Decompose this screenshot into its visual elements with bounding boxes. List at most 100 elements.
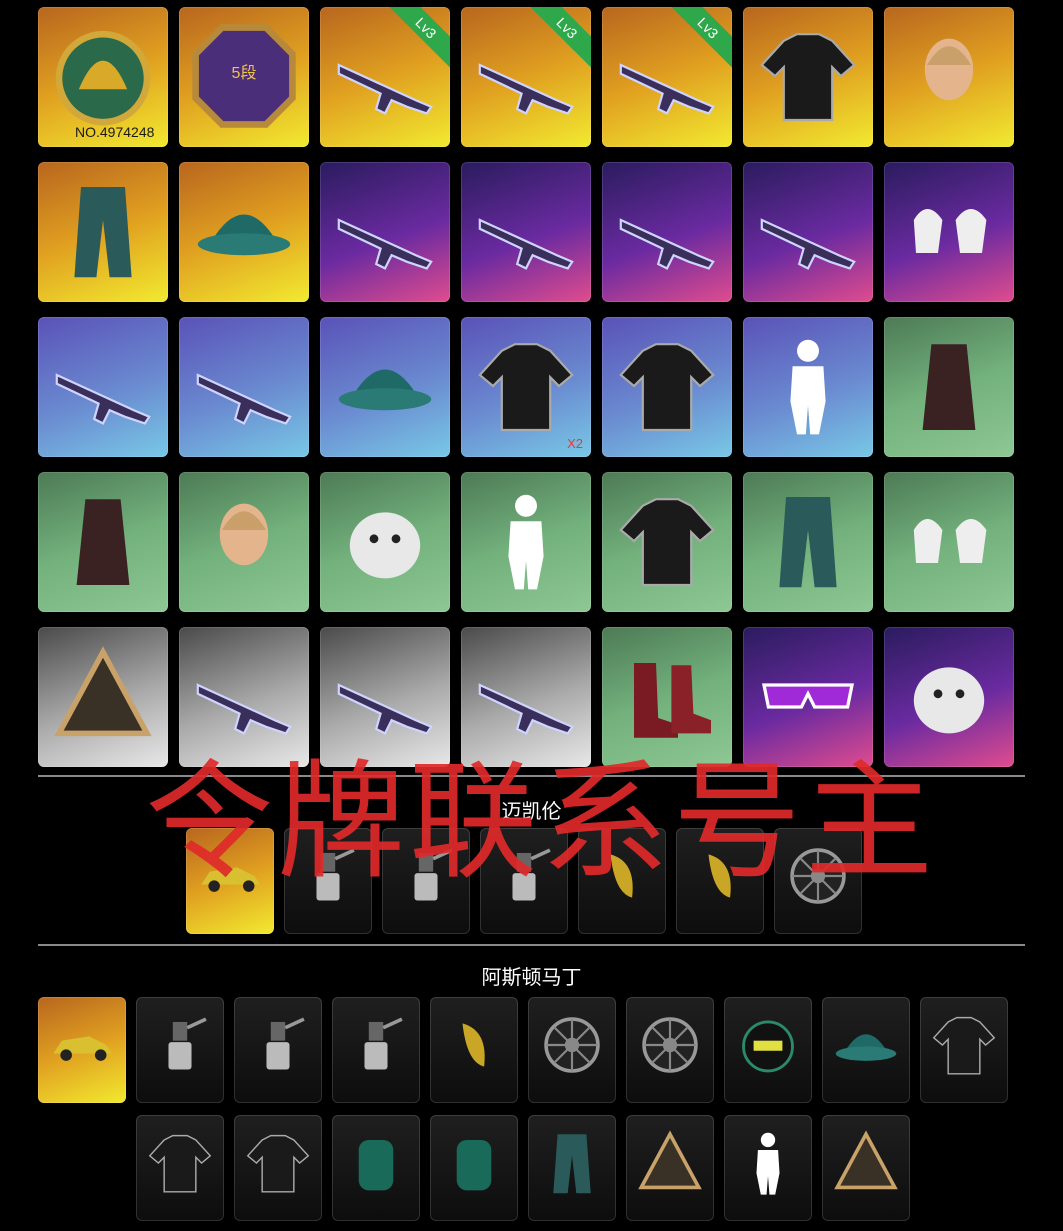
black-cap-icon bbox=[835, 1034, 897, 1061]
item-card-rifle-skin-blue[interactable] bbox=[320, 162, 450, 302]
item-card-rifle-skin-cyan[interactable] bbox=[602, 162, 732, 302]
item-card-purple-sunglasses[interactable] bbox=[743, 627, 873, 767]
aston-item-racing-helmet[interactable] bbox=[724, 997, 812, 1103]
aston-item-black-part[interactable] bbox=[430, 997, 518, 1103]
paint-gray-icon bbox=[316, 848, 355, 901]
item-card-white-skirt[interactable] bbox=[38, 162, 168, 302]
black-tshirt-icon bbox=[478, 343, 574, 432]
wrapped-gloves-icon bbox=[913, 209, 987, 253]
green-backpack-icon bbox=[456, 1139, 492, 1191]
mclaren-item-red-part[interactable] bbox=[676, 828, 764, 934]
racing-helmet-icon bbox=[742, 1020, 794, 1073]
item-card-triangle-emblem[interactable] bbox=[38, 627, 168, 767]
item-card-rifle-skin-green[interactable] bbox=[461, 162, 591, 302]
item-card-red-boots[interactable] bbox=[602, 627, 732, 767]
item-card-smg-skin-blue[interactable] bbox=[320, 627, 450, 767]
aston-item-wheel-silver[interactable] bbox=[626, 997, 714, 1103]
aston-item-teal-jacket[interactable] bbox=[920, 997, 1008, 1103]
rifle-skin-orange-icon bbox=[55, 373, 151, 425]
black-part-icon bbox=[462, 1023, 485, 1067]
emote-pose-icon bbox=[790, 339, 826, 435]
rifle-skin-blue-icon bbox=[337, 218, 433, 270]
rifle-skin-cyan-icon bbox=[619, 218, 715, 270]
black-backpack-icon bbox=[358, 1139, 394, 1191]
polar-bear-mask-icon bbox=[349, 512, 421, 579]
teal-jacket-icon bbox=[932, 1016, 996, 1075]
section-title-aston: 阿斯顿马丁 bbox=[481, 967, 582, 989]
red-bandana-icon bbox=[922, 344, 976, 430]
smg-skin-blue-icon bbox=[337, 683, 433, 735]
aston-item-black-backpack[interactable] bbox=[332, 1115, 420, 1221]
aston-item-aston-badge[interactable] bbox=[822, 1115, 910, 1221]
item-card-hooded-coat[interactable] bbox=[38, 472, 168, 612]
aston-item-green-car[interactable] bbox=[38, 997, 126, 1103]
yellow-part-icon bbox=[610, 854, 633, 898]
aston-row-2 bbox=[136, 1115, 910, 1221]
item-card-teal-pants[interactable] bbox=[743, 472, 873, 612]
mclaren-item-paint-yellow[interactable] bbox=[480, 828, 568, 934]
item-card-wrapped-gloves[interactable] bbox=[884, 162, 1014, 302]
paint-orange-icon bbox=[414, 848, 453, 901]
hooded-coat-icon bbox=[76, 499, 130, 585]
item-card-pjs-jacket[interactable] bbox=[602, 472, 732, 612]
aston-item-paint-white[interactable] bbox=[332, 997, 420, 1103]
teal-bucket-hat-icon bbox=[338, 369, 432, 411]
aston-item-teal-vest[interactable] bbox=[136, 1115, 224, 1221]
inventory-grid: NO.4974248 5段 Lv3 Lv3 Lv3 X2 bbox=[38, 7, 1015, 767]
red-boots-icon bbox=[634, 663, 711, 738]
item-card-weapon-skin-1[interactable]: Lv3 bbox=[320, 7, 450, 147]
white-pants-icon bbox=[553, 1134, 591, 1194]
item-card-pubg-helmet-badge[interactable]: NO.4974248 bbox=[38, 7, 168, 147]
item-card-rifle-skin-orange[interactable] bbox=[38, 317, 168, 457]
mclaren-item-paint-gray[interactable] bbox=[284, 828, 372, 934]
item-card-emote-pose[interactable] bbox=[743, 317, 873, 457]
gold-skull-mask-icon bbox=[913, 667, 985, 734]
item-card-red-jacket[interactable] bbox=[743, 7, 873, 147]
item-card-rifle-skin-tan[interactable] bbox=[461, 627, 591, 767]
mclaren-item-paint-orange[interactable] bbox=[382, 828, 470, 934]
bucket-hat-icon bbox=[197, 214, 291, 256]
teal-pants-icon bbox=[779, 497, 837, 588]
sniper-skin-purple-icon bbox=[196, 373, 292, 425]
item-card-white-suit[interactable] bbox=[461, 472, 591, 612]
item-card-purple-jacket[interactable] bbox=[602, 317, 732, 457]
aston-item-paint-teal[interactable] bbox=[234, 997, 322, 1103]
item-card-bucket-hat[interactable] bbox=[179, 162, 309, 302]
item-card-rifle-skin-black[interactable] bbox=[179, 627, 309, 767]
mclaren-item-yellow-part[interactable] bbox=[578, 828, 666, 934]
item-card-female-face[interactable] bbox=[179, 472, 309, 612]
item-card-teal-bucket-hat[interactable] bbox=[320, 317, 450, 457]
paw-gloves-icon bbox=[913, 519, 987, 563]
item-card-rank-badge[interactable]: 5段 bbox=[179, 7, 309, 147]
aston-item-teal-polo[interactable] bbox=[234, 1115, 322, 1221]
aston-item-wheel-dark[interactable] bbox=[528, 997, 616, 1103]
aston-badge-icon bbox=[834, 1130, 898, 1190]
item-card-red-bandana[interactable] bbox=[884, 317, 1014, 457]
green-car-icon bbox=[53, 1036, 113, 1061]
item-card-paw-gloves[interactable] bbox=[884, 472, 1014, 612]
aston-item-white-pants[interactable] bbox=[528, 1115, 616, 1221]
item-card-weapon-skin-2[interactable]: Lv3 bbox=[461, 7, 591, 147]
aston-row-1 bbox=[38, 997, 1008, 1103]
aston-item-aston-logo[interactable] bbox=[626, 1115, 714, 1221]
item-card-polar-bear-mask[interactable] bbox=[320, 472, 450, 612]
teal-polo-icon bbox=[246, 1134, 310, 1193]
mclaren-item-yellow-car[interactable] bbox=[186, 828, 274, 934]
rifle-skin-black-icon bbox=[196, 683, 292, 735]
item-card-rifle-skin-gold[interactable] bbox=[743, 162, 873, 302]
item-card-sniper-skin-purple[interactable] bbox=[179, 317, 309, 457]
paint-teal-icon bbox=[266, 1017, 305, 1070]
rifle-skin-tan-icon bbox=[478, 683, 574, 735]
aston-item-green-backpack[interactable] bbox=[430, 1115, 518, 1221]
item-card-character-head[interactable] bbox=[884, 7, 1014, 147]
item-card-weapon-skin-3[interactable]: Lv3 bbox=[602, 7, 732, 147]
item-card-black-tshirt[interactable]: X2 bbox=[461, 317, 591, 457]
aston-item-salute-emote[interactable] bbox=[724, 1115, 812, 1221]
mclaren-item-wheel-rim[interactable] bbox=[774, 828, 862, 934]
section-title-mclaren: 迈凯伦 bbox=[501, 801, 562, 823]
item-card-gold-skull-mask[interactable] bbox=[884, 627, 1014, 767]
wheel-dark-icon bbox=[544, 1017, 600, 1073]
aston-item-paint-purple[interactable] bbox=[136, 997, 224, 1103]
paint-white-icon bbox=[364, 1017, 403, 1070]
aston-item-black-cap[interactable] bbox=[822, 997, 910, 1103]
